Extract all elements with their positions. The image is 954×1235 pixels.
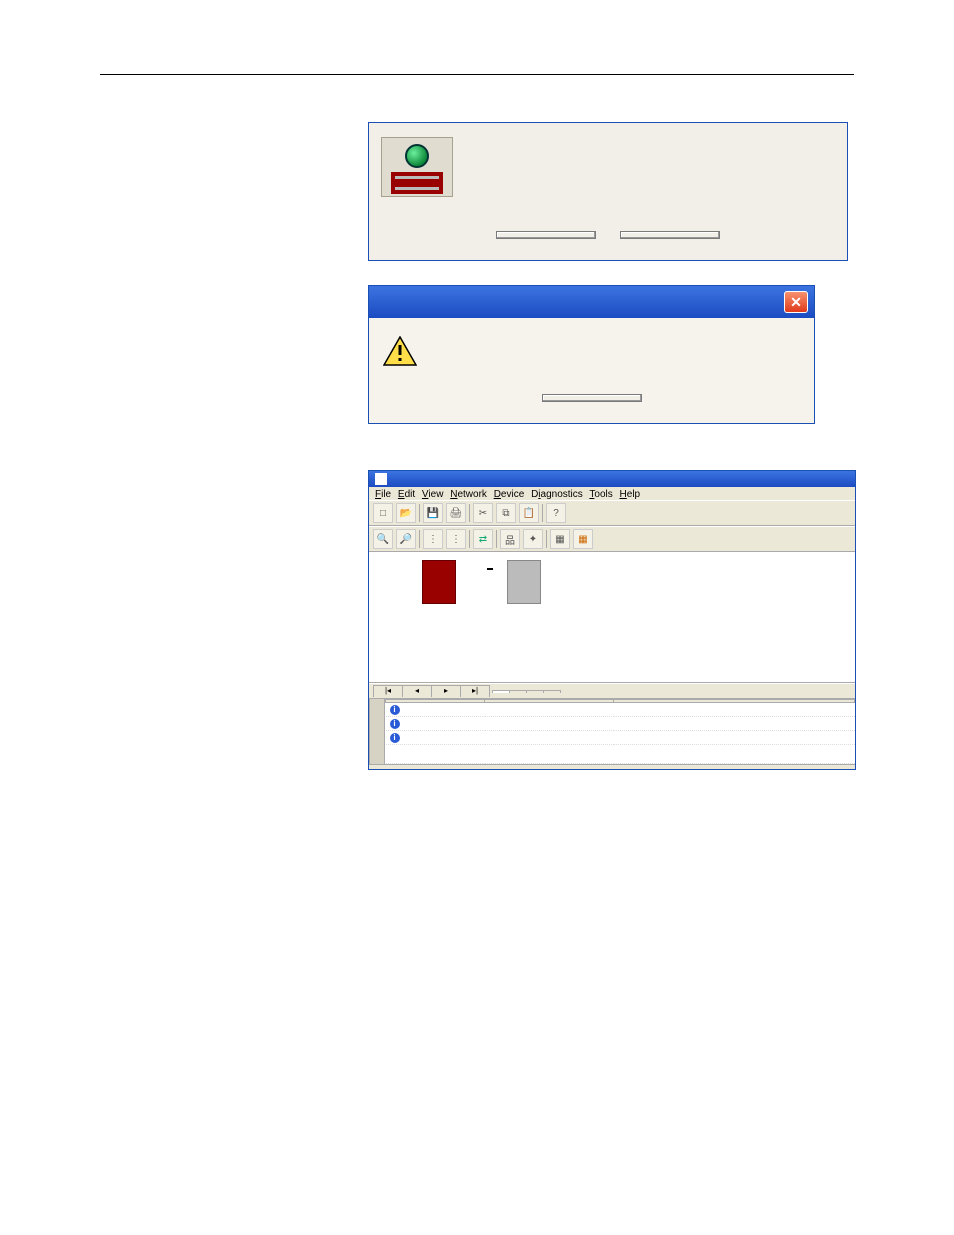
node-tooltip: [487, 568, 493, 570]
dialog-titlebar: ✕: [369, 286, 814, 318]
copy-icon[interactable]: ⧉: [496, 503, 516, 523]
cancel-button[interactable]: [620, 231, 720, 239]
zoom-in-icon[interactable]: 🔍: [373, 529, 393, 549]
menu-diagnostics[interactable]: Diagnostics: [531, 489, 583, 500]
tool-icon[interactable]: ⋮: [423, 529, 443, 549]
rsnetworx-window: File Edit View Network Device Diagnostic…: [368, 470, 856, 770]
tab-nav-first[interactable]: |◂: [373, 685, 403, 697]
save-icon[interactable]: 💾: [423, 503, 443, 523]
ok-button[interactable]: [496, 231, 596, 239]
app-titlebar: [369, 471, 855, 487]
confirmation-dialog: ✕: [368, 285, 815, 424]
cut-icon[interactable]: ✂: [473, 503, 493, 523]
device-node[interactable]: [489, 556, 559, 604]
info-icon: i: [390, 719, 400, 729]
tool-icon[interactable]: ▦: [573, 529, 593, 549]
table-row[interactable]: i: [386, 730, 855, 744]
tool-icon[interactable]: ▦: [550, 529, 570, 549]
toolbar-2: 🔍 🔎 ⋮ ⋮ ⇄ 品 ✦ ▦ ▦: [369, 526, 855, 552]
menu-network[interactable]: Network: [450, 489, 487, 500]
info-icon: i: [390, 705, 400, 715]
menu-file[interactable]: File: [375, 489, 391, 500]
tab-nav-last[interactable]: ▸|: [460, 685, 490, 697]
messages-panel: i i i: [369, 698, 855, 764]
tab-nav-next[interactable]: ▸: [431, 685, 461, 697]
graph-canvas[interactable]: [369, 552, 855, 683]
menubar: File Edit View Network Device Diagnostic…: [369, 487, 855, 500]
tab-spreadsheet[interactable]: [509, 690, 527, 693]
view-tabs: |◂◂▸▸|: [369, 683, 855, 698]
table-row[interactable]: i: [386, 716, 855, 730]
device-node[interactable]: [399, 556, 479, 604]
tool-icon[interactable]: ⋮: [446, 529, 466, 549]
network-icon[interactable]: 品: [500, 529, 520, 549]
close-icon[interactable]: ✕: [784, 291, 808, 313]
table-row[interactable]: i: [386, 702, 855, 716]
menu-view[interactable]: View: [422, 489, 444, 500]
network-led-icon: [405, 144, 429, 168]
menu-edit[interactable]: Edit: [398, 489, 415, 500]
zoom-out-icon[interactable]: 🔎: [396, 529, 416, 549]
new-icon[interactable]: □: [373, 503, 393, 523]
messages-table: i i i: [384, 699, 855, 764]
app-icon: [375, 473, 387, 485]
tab-graph[interactable]: [492, 690, 510, 693]
tab-nav-prev[interactable]: ◂: [402, 685, 432, 697]
menu-help[interactable]: Help: [620, 489, 641, 500]
snn-set-dialog: [368, 122, 848, 261]
info-icon: i: [390, 733, 400, 743]
main-content: ✕ File Edit View Network Device Diagnost…: [368, 112, 856, 794]
open-icon[interactable]: 📂: [396, 503, 416, 523]
print-icon[interactable]: 🖨: [446, 503, 466, 523]
menu-device[interactable]: Device: [494, 489, 525, 500]
device-icon: [381, 137, 453, 197]
tab-master-slave[interactable]: [526, 690, 544, 693]
page-header: [100, 56, 118, 70]
paste-icon[interactable]: 📋: [519, 503, 539, 523]
online-icon[interactable]: ⇄: [473, 529, 493, 549]
menu-tools[interactable]: Tools: [589, 489, 612, 500]
status-bar: [369, 764, 855, 769]
tool-icon[interactable]: ✦: [523, 529, 543, 549]
help-icon[interactable]: ?: [546, 503, 566, 523]
toolbar-1: □ 📂 💾 🖨 ✂ ⧉ 📋 ?: [369, 500, 855, 526]
messages-sidebar-label: [369, 699, 384, 764]
warning-icon: [383, 336, 417, 366]
header-rule: [100, 74, 854, 75]
ok-button[interactable]: [542, 394, 642, 402]
tab-diagnostics[interactable]: [543, 690, 561, 693]
